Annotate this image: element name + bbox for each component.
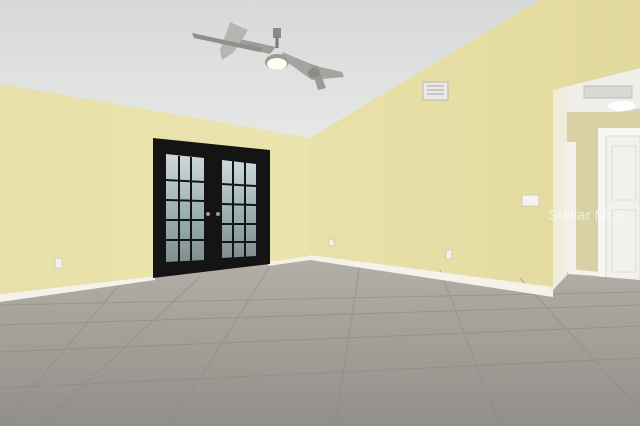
light-switch <box>521 194 540 207</box>
hallway-light <box>608 101 636 111</box>
wall-outlet <box>328 238 335 247</box>
watermark-logo: Stellar MLS <box>548 207 626 224</box>
room-photo: Stellar MLS <box>0 0 640 426</box>
french-doors <box>153 138 270 278</box>
svg-text:Stellar MLS: Stellar MLS <box>548 207 626 224</box>
wall-outlet <box>445 249 453 260</box>
hallway-vent <box>583 85 633 99</box>
wall-outlet <box>54 257 63 269</box>
door-glass-left <box>166 154 204 262</box>
room-illustration: Stellar MLS <box>0 0 640 426</box>
door-handle <box>206 212 210 216</box>
hvac-vent <box>422 81 449 101</box>
door-glass-right <box>222 160 256 258</box>
door-handle <box>216 212 220 216</box>
